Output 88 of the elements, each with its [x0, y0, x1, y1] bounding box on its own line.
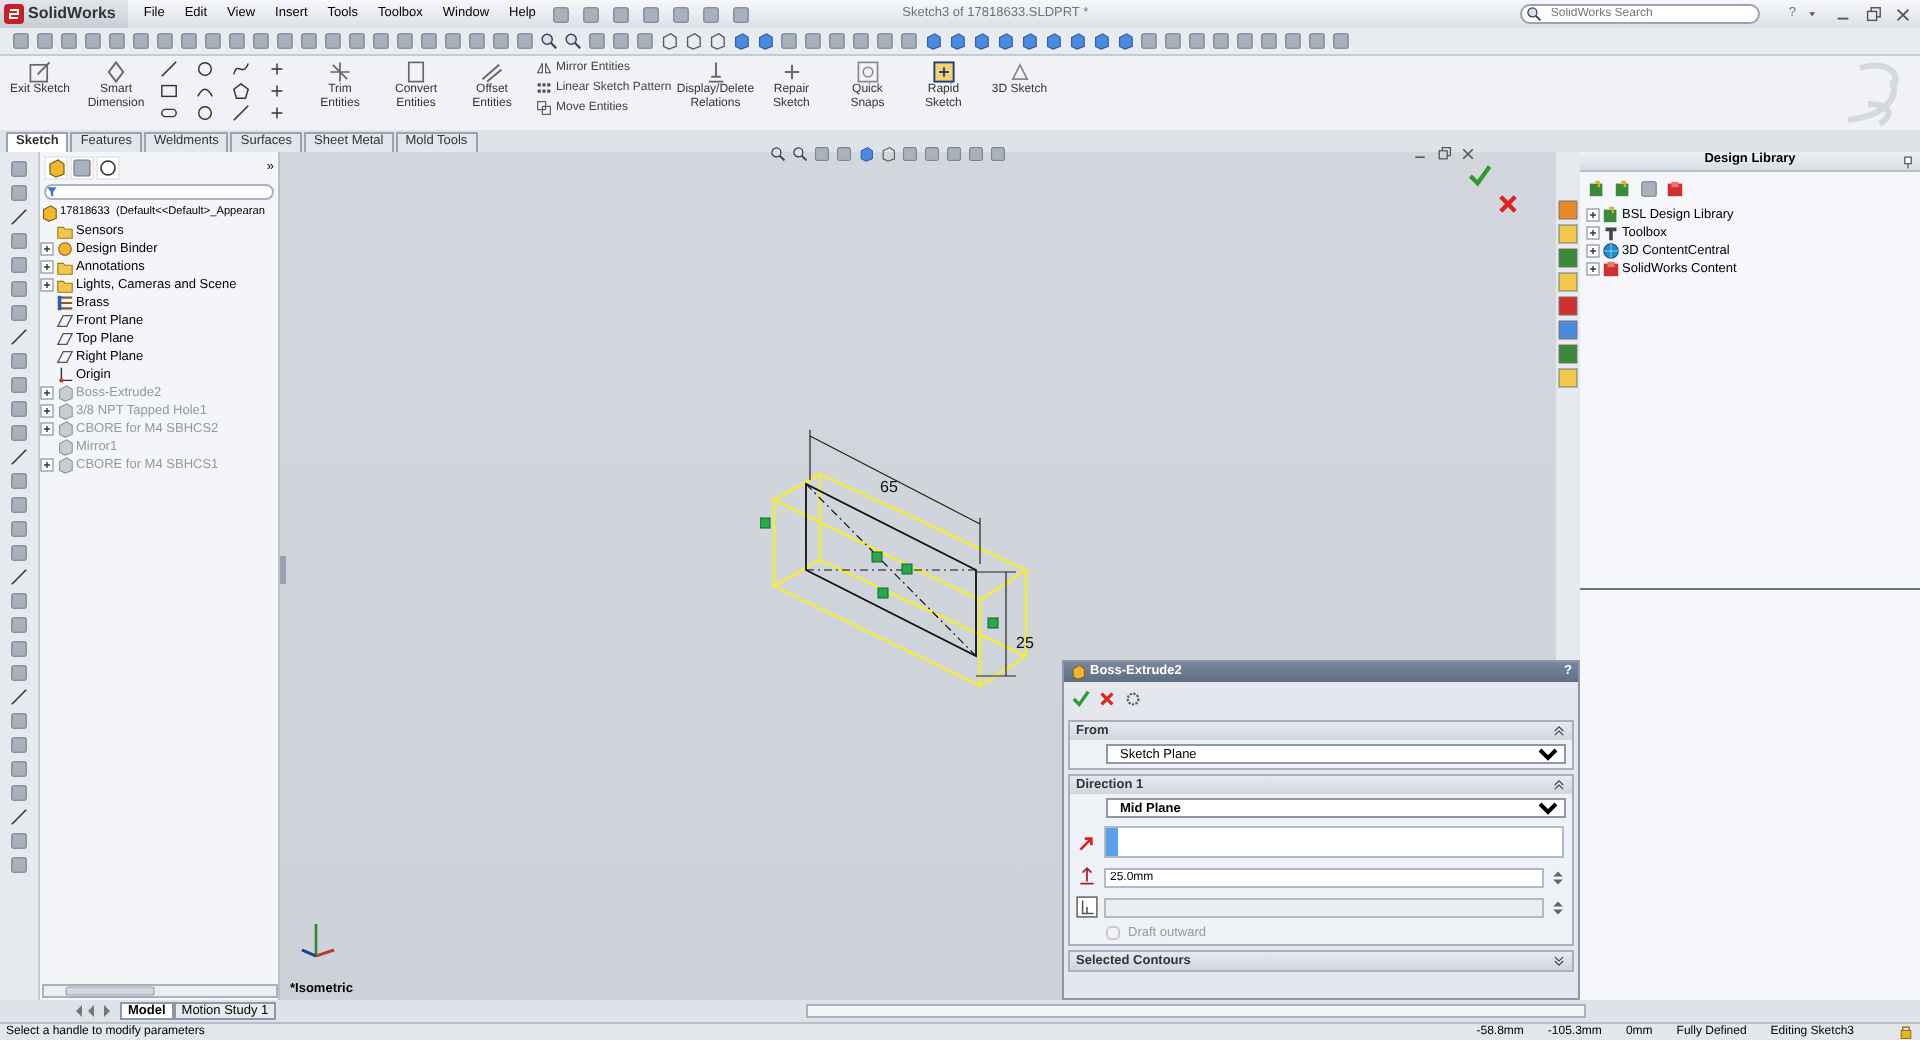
zoom-icon[interactable] — [792, 146, 808, 162]
line-icon[interactable] — [232, 104, 250, 122]
resize-handle[interactable] — [280, 556, 286, 584]
app-logo[interactable]: SolidWorks — [0, 0, 128, 28]
mirror-icon — [536, 60, 552, 76]
collapse-icon[interactable] — [1552, 778, 1566, 792]
line-icon[interactable] — [10, 568, 28, 586]
rectangle-icon[interactable] — [160, 82, 178, 100]
trim-icon — [328, 60, 352, 84]
selection-highlight — [1106, 828, 1118, 856]
zoom-icon[interactable] — [540, 32, 558, 50]
toolbox-icon — [1602, 224, 1620, 242]
content-icon — [1602, 260, 1620, 278]
polygon-icon[interactable] — [232, 82, 250, 100]
lock-icon[interactable] — [1898, 1024, 1914, 1040]
circle-icon[interactable] — [196, 60, 214, 78]
check-icon[interactable] — [1072, 690, 1090, 708]
library-icon[interactable] — [1614, 180, 1632, 198]
line-icon[interactable] — [10, 688, 28, 706]
binder-icon — [56, 240, 74, 258]
globe-icon — [1602, 242, 1620, 260]
part-icon — [40, 204, 58, 222]
circle-icon[interactable] — [196, 104, 214, 122]
grid-icon — [536, 80, 552, 96]
line-icon[interactable] — [10, 808, 28, 826]
expand-icon[interactable] — [1586, 226, 1600, 240]
spline-icon[interactable] — [232, 60, 250, 78]
library-icon[interactable] — [1588, 180, 1606, 198]
close-icon[interactable] — [1894, 5, 1912, 23]
library-icon — [1602, 206, 1620, 224]
depth-icon — [1076, 866, 1098, 888]
collapse-icon[interactable] — [1552, 724, 1566, 738]
filter-icon — [46, 186, 58, 198]
part-icon — [1070, 664, 1086, 680]
close-icon[interactable] — [1098, 690, 1116, 708]
slot-icon[interactable] — [160, 104, 178, 122]
circle-icon[interactable] — [98, 158, 118, 178]
zoom-icon[interactable] — [564, 32, 582, 50]
relations-icon — [703, 60, 728, 84]
spinner-icon[interactable] — [1550, 899, 1566, 915]
expand-icon[interactable] — [1586, 208, 1600, 222]
line-icon[interactable] — [10, 328, 28, 346]
expand-icon[interactable] — [1586, 244, 1600, 258]
exit-sketch-icon — [28, 60, 52, 84]
expand-icon[interactable] — [40, 278, 54, 292]
zoom-icon — [1526, 6, 1543, 22]
zoom-icon[interactable] — [770, 146, 786, 162]
snaps-icon — [855, 60, 880, 84]
convert-icon — [404, 60, 428, 84]
dimension-label: 65 — [880, 478, 898, 496]
rapid-sketch-icon — [931, 60, 956, 84]
point-icon[interactable] — [268, 82, 286, 100]
point-icon[interactable] — [268, 60, 286, 78]
line-icon[interactable] — [10, 208, 28, 226]
dimension-icon — [104, 60, 128, 84]
repair-icon — [779, 60, 804, 84]
close-icon[interactable] — [1460, 146, 1476, 162]
logo-icon — [4, 4, 24, 24]
restore-icon[interactable] — [1436, 146, 1452, 162]
check-icon[interactable] — [1468, 164, 1492, 188]
restore-icon[interactable] — [1864, 5, 1882, 23]
line-icon[interactable] — [10, 448, 28, 466]
sketch-3d-icon — [1007, 60, 1032, 84]
close-icon[interactable] — [1496, 192, 1520, 216]
point-icon[interactable] — [268, 104, 286, 122]
draft-icon[interactable] — [1076, 896, 1098, 918]
part-icon[interactable] — [46, 158, 66, 178]
direction-arrow-icon[interactable] — [1076, 831, 1098, 853]
expand-icon[interactable] — [1586, 262, 1600, 276]
scrollbar[interactable] — [42, 984, 278, 998]
line-icon[interactable] — [160, 60, 178, 78]
options-icon[interactable] — [1124, 690, 1142, 708]
selection-box[interactable] — [1104, 826, 1564, 858]
toolbar-icon[interactable] — [1640, 180, 1658, 198]
pin-icon[interactable] — [1900, 154, 1916, 170]
app-name: SolidWorks — [28, 4, 116, 24]
dimension-line — [975, 571, 1017, 677]
material-icon — [56, 294, 74, 312]
origin-icon — [56, 366, 74, 384]
offset-icon — [480, 60, 504, 84]
expand-icon[interactable] — [40, 260, 54, 274]
spinner-icon[interactable] — [1550, 869, 1566, 885]
expand-icon[interactable] — [40, 242, 54, 256]
content-icon[interactable] — [1666, 180, 1684, 198]
expand-icon[interactable] — [1552, 954, 1566, 969]
filter-field[interactable] — [44, 184, 274, 200]
scrollbar[interactable] — [806, 1004, 1587, 1018]
move-icon — [536, 100, 552, 116]
